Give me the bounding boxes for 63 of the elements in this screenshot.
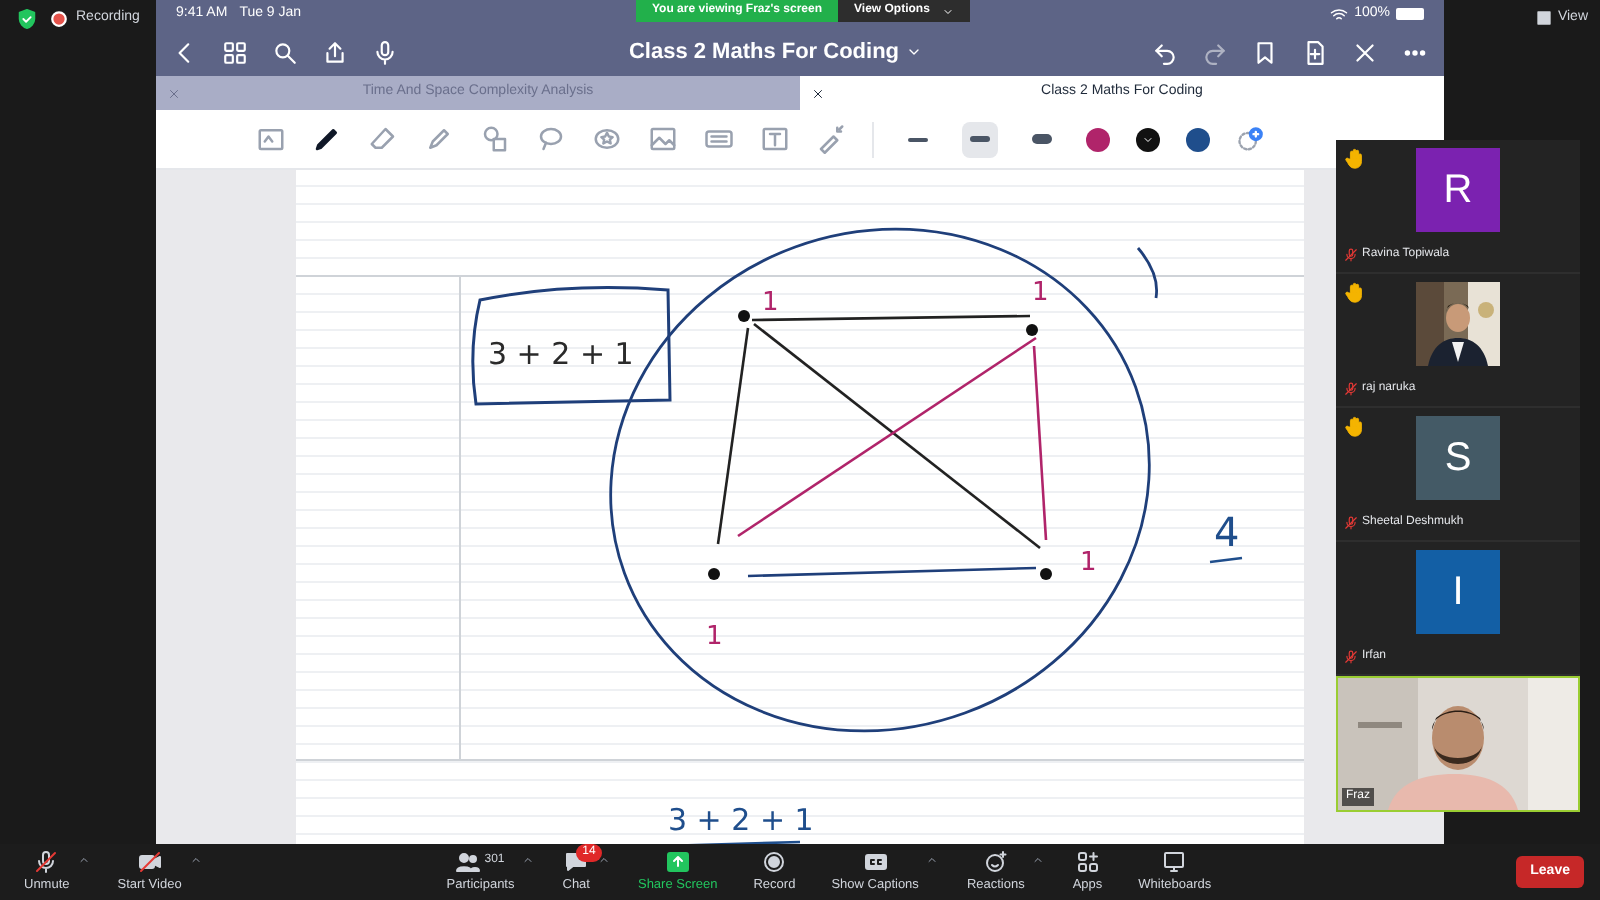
shield-check-icon [16,8,38,30]
keyboard-icon[interactable] [704,124,734,154]
microphone-icon[interactable] [372,39,398,65]
battery-icon [1396,8,1424,20]
node-label: 1 [762,288,779,318]
graph-node [708,568,720,580]
graph-node [738,310,750,322]
close-icon[interactable] [1351,39,1378,65]
smiley-plus-icon [983,849,1008,874]
pen-width-option[interactable] [962,121,998,157]
tab-close-icon[interactable] [812,88,824,100]
muted-mic-icon [34,849,59,874]
lasso-icon[interactable] [536,124,566,154]
caret-icon[interactable] [926,853,939,866]
video-off-icon [137,849,162,874]
participants-icon [456,849,481,874]
caret-icon[interactable] [1032,853,1045,866]
caret-icon[interactable] [77,853,90,866]
shapes-icon[interactable] [480,124,510,154]
color-swatch[interactable] [1186,127,1210,151]
image-select-icon[interactable] [256,124,286,154]
color-swatch[interactable] [1086,127,1110,151]
avatar: S [1416,416,1500,500]
apps-icon [1075,849,1100,874]
caret-icon[interactable] [597,853,610,866]
undo-icon[interactable] [1151,39,1178,65]
laser-pointer-icon[interactable] [816,124,846,154]
chevron-down-icon [1142,133,1154,145]
chevron-down-icon [905,44,922,60]
text-icon[interactable] [760,124,790,154]
caret-icon[interactable] [189,853,202,866]
document-title[interactable]: Class 2 Maths For Coding [628,35,922,69]
share-icon[interactable] [322,39,348,65]
highlighter-icon[interactable] [424,124,454,154]
node-label: 1 [1080,548,1097,578]
pen-icon[interactable] [312,124,342,154]
image-icon[interactable] [648,124,678,154]
handwritten-sum: 3 + 2 + 1 [668,802,814,838]
record-icon [762,849,787,874]
color-swatch[interactable] [1136,127,1160,151]
recording-dot-icon [50,10,68,28]
chevron-down-icon [941,5,954,17]
wifi-icon [1330,5,1349,23]
graph-node [1026,324,1038,336]
handwritten-number: 4 [1214,508,1240,556]
share-screen-icon [665,849,690,874]
avatar: I [1416,550,1500,634]
eraser-icon[interactable] [368,124,398,154]
handwritten-sum: 3 + 2 + 1 [488,336,634,372]
grid-icon[interactable] [222,39,248,65]
node-label: 1 [1032,278,1049,308]
caret-icon[interactable] [522,853,535,866]
avatar: R [1416,148,1500,232]
grid-icon [1535,10,1552,27]
bookmark-icon[interactable] [1251,39,1278,65]
graph-node [1040,568,1052,580]
add-color-icon[interactable] [1236,125,1264,153]
underline-stroke [1209,556,1243,564]
add-page-icon[interactable] [1301,39,1328,65]
search-icon[interactable] [272,39,298,65]
whiteboard-icon [1162,849,1187,874]
node-label: 1 [706,622,723,652]
captions-icon [863,849,888,874]
